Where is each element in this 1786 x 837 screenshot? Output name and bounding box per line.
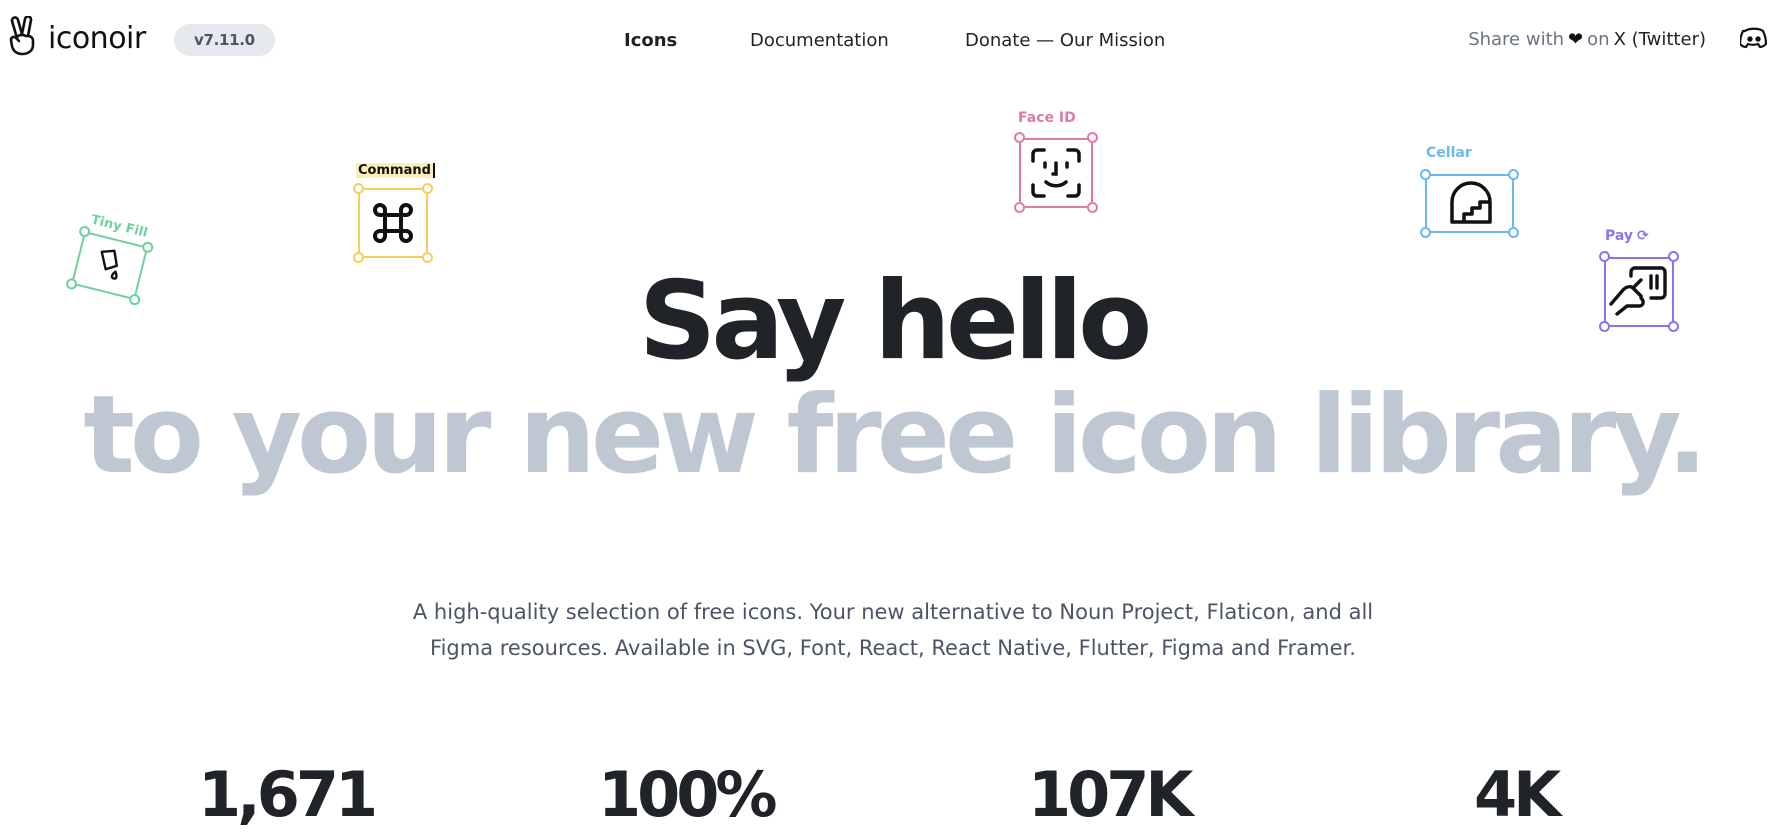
resize-handle[interactable] [422,183,433,194]
face-id-label: Face ID [1018,110,1076,126]
floating-card-face-id[interactable]: Face ID [1010,110,1110,220]
share-link[interactable]: Share with ❤ on X (Twitter) [1468,29,1706,50]
resize-handle[interactable] [353,183,364,194]
pay-label: Pay [1605,228,1634,244]
hero-subheadline: to your new free icon library. [83,373,1708,498]
peace-hand-icon [8,15,38,60]
floating-card-cellar[interactable]: Cellar [1410,145,1520,245]
resize-handle[interactable] [1087,202,1098,213]
resize-handle[interactable] [1420,227,1431,238]
nav-donate[interactable]: Donate — Our Mission [965,30,1165,51]
command-icon [367,197,419,253]
description-line-1: A high-quality selection of free icons. … [412,600,1374,624]
share-on: on [1587,29,1610,50]
resize-handle[interactable] [1014,132,1025,143]
resize-handle[interactable] [1668,251,1679,262]
resize-handle[interactable] [1420,169,1431,180]
resize-handle[interactable] [1087,132,1098,143]
logo[interactable]: iconoir [8,15,146,60]
resize-handle[interactable] [1508,227,1519,238]
stat-stars: 4K [1474,758,1561,831]
stat-downloads: 107K [1028,758,1193,831]
refresh-icon: ⟳ [1637,228,1649,244]
stat-free-percent: 100% [598,758,778,831]
pay-label-wrap: Pay ⟳ [1605,228,1649,244]
command-label: Command [356,163,435,178]
nav-documentation[interactable]: Documentation [750,30,889,51]
floating-card-command[interactable]: Command [350,160,440,270]
heart-icon: ❤ [1568,29,1584,50]
share-target: X (Twitter) [1613,29,1706,50]
hero-headline: Say hello [638,259,1153,384]
logo-text: iconoir [48,20,146,56]
resize-handle[interactable] [422,252,433,263]
cellar-label: Cellar [1426,145,1472,161]
stat-icons-count: 1,671 [198,758,378,831]
resize-handle[interactable] [1599,251,1610,262]
hero-description: A high-quality selection of free icons. … [0,594,1786,666]
resize-handle[interactable] [353,252,364,263]
cellar-icon [1448,180,1494,230]
version-badge[interactable]: v7.11.0 [174,24,275,56]
discord-icon[interactable] [1738,26,1768,54]
description-line-2: Figma resources. Available in SVG, Font,… [430,636,1356,660]
share-prefix: Share with [1468,29,1565,50]
resize-handle[interactable] [1014,202,1025,213]
face-id-icon [1029,146,1083,204]
nav-icons[interactable]: Icons [624,30,677,51]
resize-handle[interactable] [1508,169,1519,180]
